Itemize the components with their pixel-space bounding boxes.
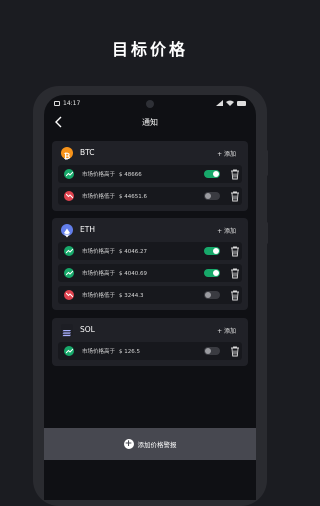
alert-toggle[interactable]: [204, 247, 220, 255]
alert-price: $ 3244.3: [119, 293, 144, 299]
trend-up-icon: [64, 246, 74, 256]
trend-up-icon: [64, 346, 74, 356]
phone-side-button: [265, 150, 268, 176]
add-alert-button[interactable]: + 添加: [217, 226, 236, 235]
wifi-icon: [226, 100, 234, 106]
plus-icon: +: [123, 439, 134, 449]
alert-condition: 市场价格高于: [82, 172, 116, 178]
coin-name: BTC: [80, 148, 95, 157]
trash-icon[interactable]: [230, 191, 240, 202]
trash-icon[interactable]: [230, 268, 240, 279]
add-price-alert-label: 添加价格警报: [137, 441, 177, 449]
alert-row: 市场价格高于 $ 126.5: [58, 342, 242, 360]
svg-text:₿: ₿: [64, 152, 71, 161]
trend-down-icon: [64, 290, 74, 300]
alert-price: $ 4046.27: [119, 249, 148, 255]
trash-icon[interactable]: [230, 290, 240, 301]
trash-icon[interactable]: [230, 169, 240, 180]
app-header: 通知: [44, 113, 256, 135]
alert-price: $ 126.5: [119, 349, 141, 355]
alert-toggle[interactable]: [204, 170, 220, 178]
promo-title: 目标价格: [111, 40, 188, 59]
bitcoin-icon: ₿: [61, 147, 73, 161]
alert-row: 市场价格低于 $ 3244.3: [58, 286, 242, 304]
trash-icon[interactable]: [230, 346, 240, 357]
coin-name: SOL: [80, 325, 95, 334]
trash-icon[interactable]: [230, 246, 240, 257]
solana-icon: [61, 324, 73, 337]
ethereum-icon: [61, 224, 73, 238]
alert-condition: 市场价格高于: [82, 349, 116, 355]
alert-toggle[interactable]: [204, 347, 220, 355]
alert-toggle[interactable]: [204, 291, 220, 299]
alert-condition: 市场价格高于: [82, 271, 116, 277]
page-title: 通知: [142, 118, 158, 127]
add-alert-button[interactable]: + 添加: [217, 149, 236, 158]
coin-card-eth: ETH + 添加 市场价格高于 $ 4046.27 市场价格高于 $ 4040.69…: [52, 218, 248, 310]
alert-condition: 市场价格高于: [82, 249, 116, 255]
front-camera: [146, 100, 154, 108]
signal-icon: [216, 100, 223, 106]
alert-price: $ 48666: [119, 172, 142, 178]
coin-card-btc: ₿ BTC + 添加 市场价格高于 $ 48666 市场价格低于 $ 44651.6: [52, 141, 248, 211]
status-bar: 14:17: [44, 99, 256, 111]
battery-icon: [237, 100, 246, 106]
alert-row: 市场价格高于 $ 4046.27: [58, 242, 242, 260]
alert-condition: 市场价格低于: [82, 293, 116, 299]
notification-icon: [54, 101, 60, 106]
status-time: 14:17: [63, 100, 81, 107]
phone-side-button: [265, 222, 268, 244]
trend-down-icon: [64, 191, 74, 201]
alert-row: 市场价格高于 $ 48666: [58, 165, 242, 183]
trend-up-icon: [64, 169, 74, 179]
coin-name: ETH: [80, 225, 95, 234]
alert-price: $ 44651.6: [119, 194, 148, 200]
alert-row: 市场价格低于 $ 44651.6: [58, 187, 242, 205]
trend-up-icon: [64, 268, 74, 278]
alert-toggle[interactable]: [204, 192, 220, 200]
alert-row: 市场价格高于 $ 4040.69: [58, 264, 242, 282]
add-price-alert-button[interactable]: + 添加价格警报: [44, 428, 256, 460]
alert-condition: 市场价格低于: [82, 194, 116, 200]
coin-card-sol: SOL + 添加 市场价格高于 $ 126.5: [52, 318, 248, 366]
phone-screen: 14:17 通知 ₿ BTC + 添加 市场价格高于 $ 48666 市场价格低…: [44, 95, 256, 500]
alert-toggle[interactable]: [204, 269, 220, 277]
add-alert-button[interactable]: + 添加: [217, 326, 236, 335]
alert-price: $ 4040.69: [119, 271, 148, 277]
